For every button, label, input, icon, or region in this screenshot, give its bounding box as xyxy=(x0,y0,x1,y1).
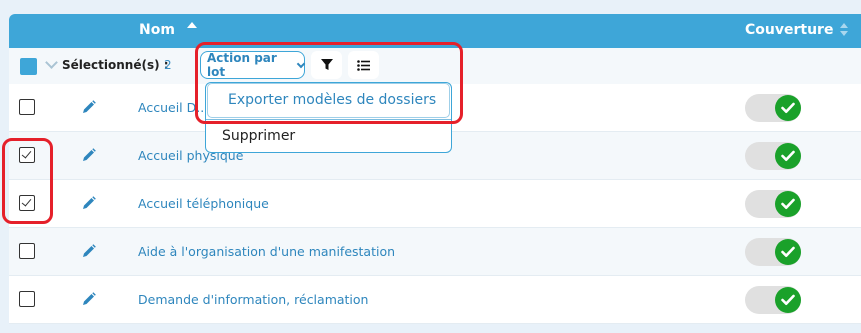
check-icon xyxy=(775,95,801,121)
table-header: Nom Couverture xyxy=(9,14,861,48)
coverage-toggle[interactable] xyxy=(745,238,801,266)
filter-button[interactable] xyxy=(311,51,342,79)
select-all-checkbox[interactable] xyxy=(20,58,37,75)
batch-action-menu: Exporter modèles de dossiers Supprimer xyxy=(205,82,452,153)
batch-action-button[interactable]: Action par lot xyxy=(200,51,306,79)
check-icon xyxy=(775,143,801,169)
pencil-icon[interactable] xyxy=(81,147,97,163)
row-label[interactable]: Accueil D... xyxy=(138,100,208,115)
menu-item-export-templates[interactable]: Exporter modèles de dossiers xyxy=(207,83,450,118)
filter-icon xyxy=(320,59,333,70)
selected-count: 2 xyxy=(164,58,172,72)
pencil-icon[interactable] xyxy=(81,243,97,259)
coverage-toggle[interactable] xyxy=(745,142,801,170)
table: Nom Couverture Sélectionné(s) : 2 Action… xyxy=(0,0,861,333)
column-header-couverture[interactable]: Couverture xyxy=(745,22,833,38)
row-label[interactable]: Demande d'information, réclamation xyxy=(138,292,368,307)
pencil-icon[interactable] xyxy=(81,291,97,307)
row-checkbox[interactable] xyxy=(19,147,35,163)
chevron-down-icon xyxy=(296,59,306,68)
coverage-toggle[interactable] xyxy=(745,190,801,218)
row-label[interactable]: Aide à l'organisation d'une manifestatio… xyxy=(138,244,395,259)
check-icon xyxy=(775,239,801,265)
coverage-toggle[interactable] xyxy=(745,286,801,314)
check-icon xyxy=(775,287,801,313)
check-icon xyxy=(775,191,801,217)
list-icon xyxy=(357,59,370,71)
selection-toolbar: Sélectionné(s) : 2 xyxy=(9,48,861,84)
table-row: Accueil téléphonique xyxy=(9,180,861,228)
pencil-icon[interactable] xyxy=(81,99,97,115)
column-header-nom[interactable]: Nom xyxy=(139,22,175,38)
pencil-icon[interactable] xyxy=(81,195,97,211)
row-checkbox[interactable] xyxy=(19,99,35,115)
row-label[interactable]: Accueil téléphonique xyxy=(138,196,269,211)
row-checkbox[interactable] xyxy=(19,291,35,307)
list-button[interactable] xyxy=(348,51,379,79)
selected-label: Sélectionné(s) : xyxy=(62,58,169,72)
table-row: Demande d'information, réclamation xyxy=(9,276,861,324)
table-row: Aide à l'organisation d'une manifestatio… xyxy=(9,228,861,276)
chevron-down-icon[interactable] xyxy=(45,56,58,69)
sort-icon[interactable] xyxy=(840,23,850,37)
menu-item-delete[interactable]: Supprimer xyxy=(206,120,451,152)
row-checkbox[interactable] xyxy=(19,195,35,211)
row-checkbox[interactable] xyxy=(19,243,35,259)
coverage-toggle[interactable] xyxy=(745,94,801,122)
sort-ascending-icon[interactable] xyxy=(187,22,197,28)
batch-action-label: Action par lot xyxy=(207,51,277,79)
